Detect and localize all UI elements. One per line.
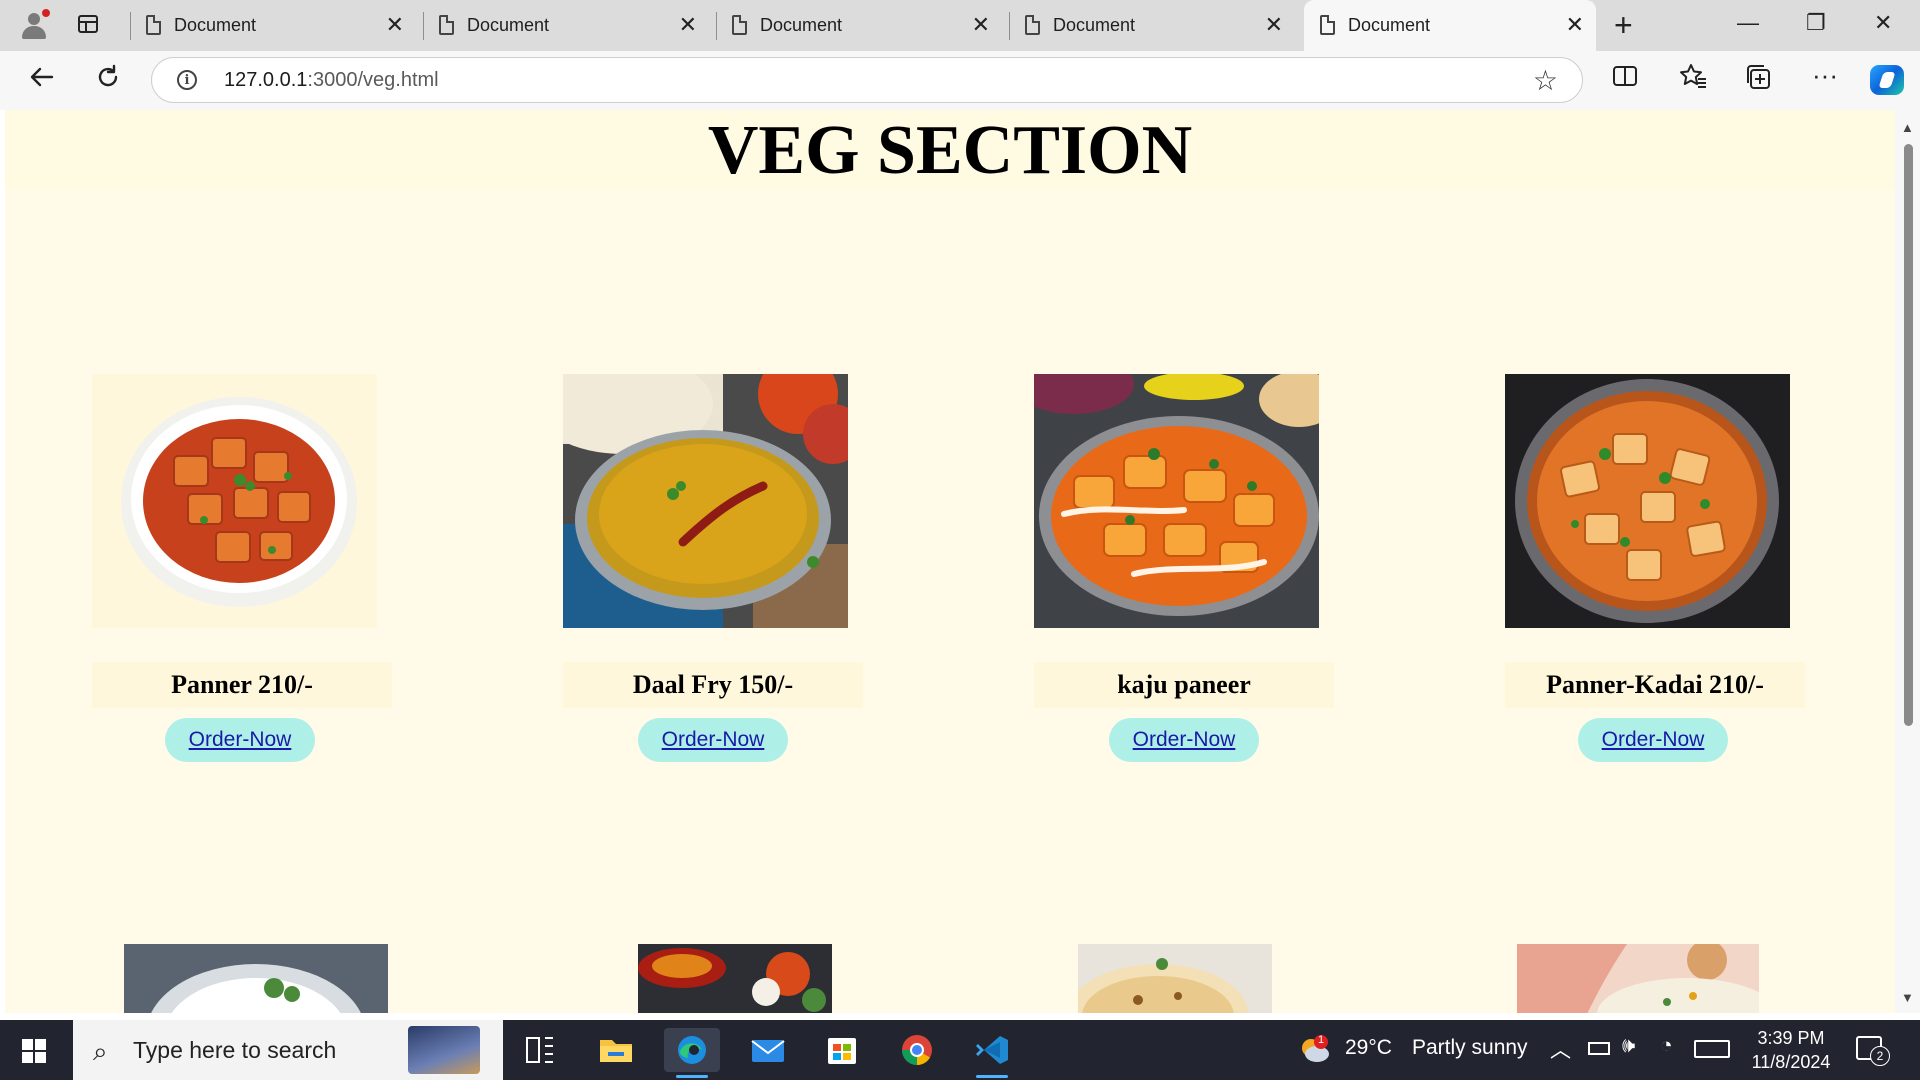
weather-icon[interactable]: 1 (1297, 1034, 1331, 1064)
tab-4[interactable]: Document ✕ (1009, 0, 1295, 51)
paneer-dish-image (92, 374, 377, 628)
collections-icon[interactable] (1744, 63, 1772, 98)
food-card: Panner-Kadai 210/- Order-Now (1505, 372, 1805, 862)
tab-close-icon[interactable]: ✕ (972, 12, 990, 38)
favorites-icon[interactable] (1679, 63, 1707, 96)
tab-5-active[interactable]: Document ✕ (1304, 0, 1596, 51)
chrome-icon[interactable] (889, 1028, 945, 1072)
wifi-icon[interactable]: ◔ (1660, 1034, 1673, 1058)
tab-label: Document (174, 15, 257, 35)
food-card: Panner 210/- Order-Now (92, 372, 392, 862)
clock-time: 3:39 PM (1757, 1028, 1825, 1048)
item-name: Daal Fry 150/- (563, 662, 863, 708)
page-title: VEG SECTION (5, 110, 1895, 190)
food-card: kaju paneer Order-Now (1034, 372, 1334, 862)
restore-button[interactable]: ❐ (1806, 10, 1826, 36)
order-now-button[interactable]: Order-Now (1578, 718, 1728, 762)
tab-3[interactable]: Document ✕ (716, 0, 1002, 51)
vertical-scrollbar[interactable]: ▲ ▼ (1895, 110, 1920, 1013)
keyboard-icon[interactable] (1694, 1040, 1730, 1058)
tab-label: Document (1053, 15, 1136, 35)
food-card: Daal Fry 150/- Order-Now (563, 372, 863, 862)
daal-fry-image (563, 374, 848, 628)
tab-1[interactable]: Document ✕ (130, 0, 416, 51)
tab-close-icon[interactable]: ✕ (1566, 12, 1584, 38)
mail-icon[interactable] (740, 1028, 796, 1072)
page-icon (732, 15, 747, 35)
taskbar: ⌕ Type here to search 1 29°C Partly sunn… (0, 1020, 1920, 1080)
scroll-up-arrow-icon[interactable]: ▲ (1901, 120, 1914, 135)
close-window-button[interactable]: ✕ (1874, 10, 1892, 36)
store-icon[interactable] (814, 1028, 870, 1072)
notification-count: 2 (1870, 1046, 1890, 1066)
refresh-icon[interactable] (94, 63, 122, 98)
item-name: kaju paneer (1034, 662, 1334, 708)
taskbar-search[interactable]: ⌕ Type here to search (73, 1020, 503, 1080)
tab-label: Document (467, 15, 550, 35)
pickle-dish-image (638, 944, 832, 1013)
vscode-icon[interactable] (964, 1028, 1020, 1078)
profile-icon[interactable] (18, 9, 50, 41)
windows-start-icon[interactable] (22, 1039, 46, 1063)
url-text[interactable]: 127.0.0.1:3000/veg.html (224, 69, 439, 92)
pulao-image (1517, 944, 1759, 1013)
panner-kadai-image (1505, 374, 1790, 628)
rice-dish-image (124, 944, 388, 1013)
tab-2[interactable]: Document ✕ (423, 0, 709, 51)
back-arrow-icon[interactable] (28, 63, 56, 98)
star-icon[interactable]: ☆ (1533, 64, 1558, 97)
item-name: Panner-Kadai 210/- (1505, 662, 1805, 708)
tab-actions-icon[interactable] (76, 13, 102, 37)
item-name: Panner 210/- (92, 662, 392, 708)
more-icon[interactable]: ··· (1812, 59, 1838, 91)
naan-image (1078, 944, 1272, 1013)
show-hidden-icons-icon[interactable]: ︿ (1550, 1034, 1571, 1064)
search-icon: ⌕ (93, 1036, 108, 1066)
clock[interactable]: 3:39 PM 11/8/2024 (1748, 1026, 1834, 1074)
order-now-button[interactable]: Order-Now (638, 718, 788, 762)
notification-icon[interactable]: 2 (1856, 1036, 1890, 1066)
kaju-paneer-image (1034, 374, 1319, 628)
order-now-button[interactable]: Order-Now (1109, 718, 1259, 762)
volume-icon[interactable]: 🕪 (1622, 1034, 1635, 1058)
battery-icon[interactable] (1588, 1042, 1610, 1055)
page-icon (146, 15, 161, 35)
page-icon (1025, 15, 1040, 35)
navigation-bar: i 127.0.0.1:3000/veg.html ☆ ··· (0, 51, 1920, 110)
weather-badge: 1 (1318, 1034, 1325, 1046)
tab-close-icon[interactable]: ✕ (386, 12, 404, 38)
search-placeholder: Type here to search (133, 1037, 337, 1063)
tab-label: Document (760, 15, 843, 35)
minimize-button[interactable]: — (1737, 10, 1759, 36)
tab-close-icon[interactable]: ✕ (679, 12, 697, 38)
new-tab-button[interactable]: + (1614, 8, 1633, 42)
tab-label: Document (1348, 15, 1431, 35)
copilot-icon[interactable] (1870, 65, 1904, 95)
file-explorer-icon[interactable] (588, 1028, 644, 1072)
weather-temp[interactable]: 29°C (1345, 1036, 1392, 1060)
address-bar[interactable]: i 127.0.0.1:3000/veg.html ☆ (151, 57, 1583, 103)
scroll-down-arrow-icon[interactable]: ▼ (1901, 990, 1914, 1005)
split-screen-icon[interactable] (1612, 63, 1638, 96)
tab-strip: Document ✕ Document ✕ Document ✕ Documen… (0, 0, 1920, 51)
web-page: VEG SECTION Panner 210/- Order-Now Daal … (5, 110, 1895, 1013)
task-view-icon[interactable] (511, 1028, 567, 1072)
scroll-thumb[interactable] (1904, 144, 1913, 726)
clock-date: 11/8/2024 (1751, 1052, 1831, 1072)
page-icon (439, 15, 454, 35)
tab-close-icon[interactable]: ✕ (1265, 12, 1283, 38)
search-highlight-icon (408, 1026, 480, 1074)
weather-condition[interactable]: Partly sunny (1412, 1036, 1528, 1060)
page-icon (1320, 15, 1335, 35)
order-now-button[interactable]: Order-Now (165, 718, 315, 762)
site-info-icon[interactable]: i (177, 70, 197, 90)
edge-icon[interactable] (664, 1028, 720, 1078)
